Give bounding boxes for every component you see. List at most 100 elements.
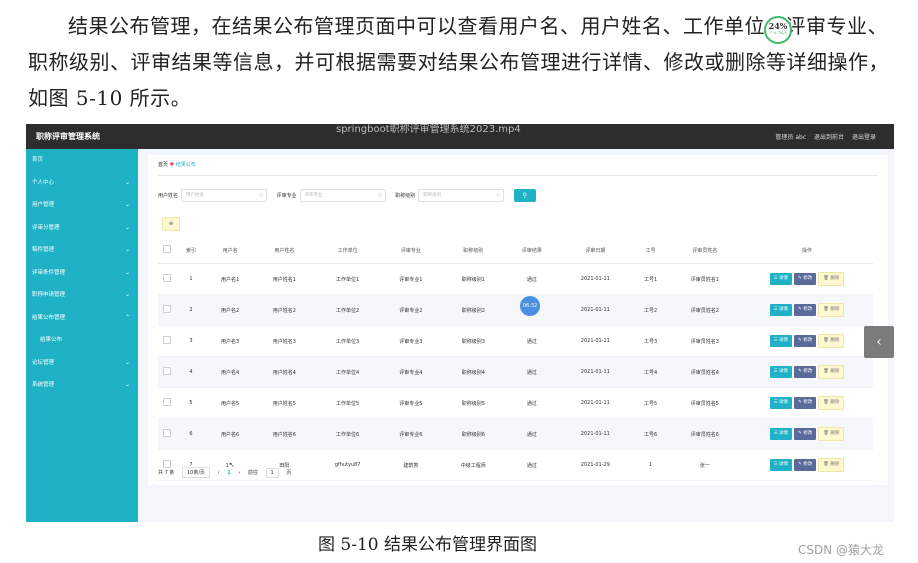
chevron-down-icon: ⌄ — [124, 178, 130, 186]
detail-button[interactable]: ☰ 详情 — [769, 304, 793, 316]
sidebar-item-user-management[interactable]: 用户管理 ⌄ — [26, 194, 138, 217]
table-cell: 职称级别3 — [441, 325, 506, 357]
delete-button[interactable]: 🗑 删除 — [818, 334, 845, 348]
sidebar-item-score-management[interactable]: 评审分管理 ⌄ — [26, 217, 138, 240]
table-cell: 评审专业5 — [380, 387, 441, 419]
delete-button[interactable]: 🗑 删除 — [818, 303, 845, 317]
table-cell: 工号6 — [632, 418, 669, 450]
table-row: 2 用户名2 用户姓名2 工作单位2 评审专业2 职称级别2 通过 2021-0… — [158, 294, 873, 326]
detail-button[interactable]: ☰ 详情 — [769, 335, 793, 347]
sidebar-item-result-publish-management[interactable]: 结果公布管理 ⌃ — [26, 307, 138, 330]
detail-button[interactable]: ☰ 详情 — [769, 273, 793, 285]
slide-arrow-button[interactable]: ‹ — [864, 326, 894, 358]
table-cell: 2021-01-11 — [558, 387, 633, 419]
table-cell: 评审员姓名1 — [668, 263, 741, 295]
heart-icon: ♥ — [169, 162, 175, 168]
sidebar-item-system-management[interactable]: 系统管理 ⌄ — [26, 374, 138, 397]
checkbox[interactable] — [163, 305, 171, 313]
sidebar-item-forum-management[interactable]: 论坛管理 ⌄ — [26, 352, 138, 375]
table-row: 5 用户名5 用户姓名5 工作单位5 评审专业5 职称级别5 通过 2021-0… — [158, 387, 873, 419]
table-cell: 职称级别1 — [441, 263, 506, 295]
sidebar-item-result-publish[interactable]: 结果公布 — [26, 329, 138, 352]
chevron-down-icon: ⌄ — [124, 291, 130, 298]
checkbox[interactable] — [163, 245, 171, 253]
sidebar-item-title-applications[interactable]: 职称申请管理 ⌄ — [26, 284, 138, 307]
review-major-input[interactable]: 评审专业 ○ — [299, 189, 386, 202]
checkbox[interactable] — [163, 274, 171, 282]
detail-button[interactable]: ☰ 详情 — [769, 428, 793, 440]
search-icon: ⚲ — [522, 192, 528, 199]
sidebar-item-personal-center[interactable]: 个人中心 ⌄ — [26, 172, 138, 195]
checkbox[interactable] — [163, 429, 171, 437]
edit-button[interactable]: ✎ 修改 — [794, 366, 817, 378]
delete-button[interactable]: 🗑 删除 — [818, 458, 845, 472]
edit-button[interactable]: ✎ 修改 — [794, 459, 817, 471]
detail-button[interactable]: ☰ 详情 — [769, 397, 793, 409]
table-cell: 评审专业4 — [380, 356, 441, 388]
edit-button[interactable]: ✎ 修改 — [794, 273, 817, 285]
delete-button[interactable]: 🗑 删除 — [818, 427, 845, 441]
front-page-link[interactable]: 退出到前台 — [814, 134, 844, 141]
user-name-input[interactable]: 用户姓名 ○ — [181, 189, 268, 202]
title-level-input[interactable]: 职称级别 ○ — [418, 189, 505, 202]
sidebar-item-home[interactable]: 首页 — [26, 149, 138, 172]
delete-button[interactable]: 🗑 删除 — [818, 272, 845, 286]
column-header: 工作单位 — [314, 237, 381, 264]
sidebar-item-review-conditions[interactable]: 评审条件管理 ⌄ — [26, 262, 138, 285]
row-checkbox-cell[interactable] — [158, 294, 176, 326]
table-cell: 评审专业2 — [380, 294, 441, 326]
chevron-down-icon: ⌄ — [124, 358, 130, 366]
page-size-select[interactable]: 10条/页 — [181, 467, 211, 478]
table-row: 1 用户名1 用户姓名1 工作单位1 评审专业1 职称级别1 通过 2021-0… — [158, 263, 873, 295]
search-button[interactable]: ⚲ — [513, 189, 536, 202]
top-bar: 职称评审管理系统 springboot职称评审管理系统2023.mp4 管理员 … — [26, 124, 894, 149]
table-cell: 用户名4 — [206, 356, 255, 388]
goto-page-input[interactable]: 1 — [265, 467, 279, 478]
table-cell: 4 — [176, 356, 206, 388]
row-checkbox-cell[interactable] — [158, 263, 176, 295]
table-cell: 2021-01-29 — [558, 449, 633, 481]
table-cell: 用户名6 — [206, 418, 255, 450]
table-cell: 工号3 — [632, 325, 669, 357]
filter-bar: 用户姓名 用户姓名 ○ 评审专业 评审专业 ○ 职称级别 职称级别 ○ ⚲ — [158, 189, 536, 203]
delete-button[interactable]: 🗑 删除 — [818, 396, 845, 410]
table-cell: 通过 — [505, 263, 559, 295]
figure-caption: 图 5-10 结果公布管理界面图 — [318, 535, 537, 555]
detail-button[interactable]: ☰ 详情 — [769, 459, 793, 471]
select-all-header[interactable] — [158, 237, 176, 264]
checkbox[interactable] — [163, 398, 171, 406]
clear-icon: ○ — [496, 193, 501, 198]
table-cell: 评审员姓名4 — [668, 356, 741, 388]
checkbox[interactable] — [163, 336, 171, 344]
next-page-button[interactable]: › — [238, 470, 240, 476]
detail-button[interactable]: ☰ 详情 — [769, 366, 793, 378]
table-cell: 通过 — [505, 449, 559, 481]
current-page[interactable]: 1 — [227, 470, 230, 476]
add-button[interactable]: ⊕ — [162, 217, 180, 231]
actions-cell: ☰ 详情 ✎ 修改 🗑 删除 — [741, 263, 873, 295]
row-checkbox-cell[interactable] — [158, 356, 176, 388]
table-cell: 5 — [176, 387, 206, 419]
logout-link[interactable]: 退出登录 — [852, 134, 876, 141]
edit-button[interactable]: ✎ 修改 — [794, 428, 817, 440]
row-checkbox-cell[interactable] — [158, 387, 176, 419]
table-cell: 通过 — [505, 418, 559, 450]
filter-user-name: 用户姓名 用户姓名 ○ — [158, 189, 268, 202]
actions-cell: ☰ 详情 ✎ 修改 🗑 删除 — [741, 294, 873, 326]
sidebar-item-manuscript-management[interactable]: 稿件管理 ⌄ — [26, 239, 138, 262]
row-checkbox-cell[interactable] — [158, 325, 176, 357]
checkbox[interactable] — [163, 367, 171, 375]
app-screenshot: 职称评审管理系统 springboot职称评审管理系统2023.mp4 管理员 … — [26, 124, 894, 522]
table-cell: 职称级别2 — [441, 294, 506, 326]
table-cell: 评审员姓名3 — [668, 325, 741, 357]
delete-button[interactable]: 🗑 删除 — [818, 365, 845, 379]
row-checkbox-cell[interactable] — [158, 418, 176, 450]
edit-button[interactable]: ✎ 修改 — [794, 397, 817, 409]
prev-page-button[interactable]: ‹ — [218, 470, 220, 476]
breadcrumb-home[interactable]: 首页 — [158, 162, 168, 168]
edit-button[interactable]: ✎ 修改 — [794, 304, 817, 316]
edit-button[interactable]: ✎ 修改 — [794, 335, 817, 347]
page-unit-label: 页 — [286, 470, 292, 476]
video-title: springboot职称评审管理系统2023.mp4 — [336, 124, 521, 135]
divider — [158, 175, 878, 176]
